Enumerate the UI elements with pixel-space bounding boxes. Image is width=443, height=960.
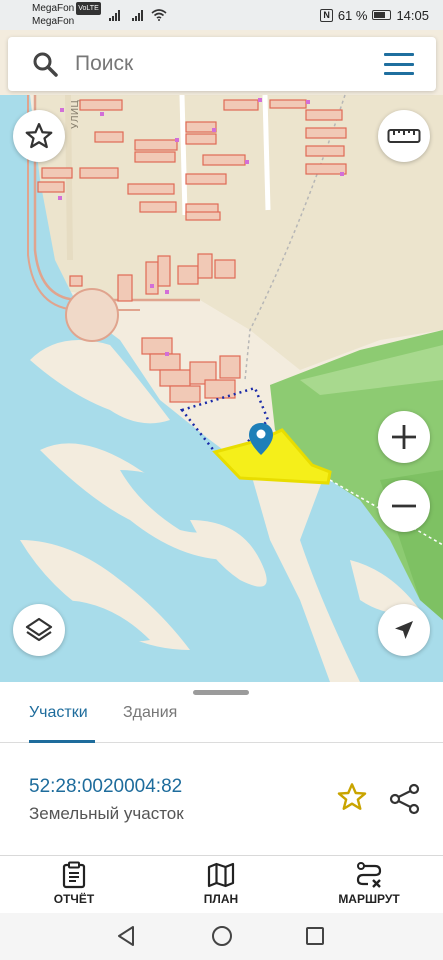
nfc-icon: N bbox=[320, 8, 333, 22]
ruler-button[interactable] bbox=[378, 110, 430, 162]
tab-parcels[interactable]: Участки bbox=[29, 704, 88, 722]
favorites-button[interactable] bbox=[13, 110, 65, 162]
route-icon bbox=[356, 862, 382, 888]
sheet-tabs: Участки Здания bbox=[0, 700, 443, 743]
search-icon[interactable] bbox=[32, 51, 58, 77]
map-plan-icon bbox=[207, 862, 235, 888]
street-label: УЛИЦ bbox=[70, 100, 81, 129]
search-input[interactable] bbox=[75, 52, 355, 76]
star-favorite-icon[interactable] bbox=[336, 781, 368, 813]
action-bar: ОТЧЁТ ПЛАН МАРШРУТ bbox=[0, 855, 443, 913]
tab-buildings[interactable]: Здания bbox=[123, 704, 177, 722]
back-icon[interactable] bbox=[115, 925, 137, 947]
location-pin-icon[interactable] bbox=[248, 422, 274, 456]
route-button[interactable]: МАРШРУТ bbox=[309, 856, 429, 914]
carrier-2: MegaFon bbox=[32, 16, 75, 28]
parcel-info-sheet: Участки Здания 52:28:0020004:82 Земельны… bbox=[0, 682, 443, 856]
route-label: МАРШРУТ bbox=[338, 892, 400, 906]
clock: 14:05 bbox=[396, 7, 429, 23]
share-icon[interactable] bbox=[388, 782, 422, 816]
signal-2-icon bbox=[131, 9, 143, 21]
system-nav-bar bbox=[0, 913, 443, 960]
search-bar bbox=[8, 37, 436, 91]
app-screen: MegaFon VoLTE MegaFon N 61 % 14:05 УЛИЦ … bbox=[0, 0, 443, 960]
report-icon bbox=[62, 861, 86, 889]
plan-button[interactable]: ПЛАН bbox=[161, 856, 281, 914]
layers-icon bbox=[25, 617, 53, 642]
carrier-1: MegaFon bbox=[32, 3, 75, 15]
active-tab-indicator bbox=[29, 740, 95, 743]
signal-1-icon bbox=[108, 9, 120, 21]
my-location-button[interactable] bbox=[378, 604, 430, 656]
navigation-arrow-icon bbox=[395, 621, 413, 639]
map-view[interactable]: УЛИЦ bbox=[0, 30, 443, 682]
drag-handle[interactable] bbox=[193, 690, 249, 695]
ruler-icon bbox=[387, 129, 421, 143]
zoom-out-button[interactable] bbox=[378, 480, 430, 532]
status-right: N 61 % 14:05 bbox=[320, 8, 429, 23]
zoom-in-button[interactable] bbox=[378, 411, 430, 463]
recents-icon[interactable] bbox=[304, 925, 326, 947]
battery-percent: 61 % bbox=[337, 7, 368, 23]
volte-badge: VoLTE bbox=[76, 1, 101, 15]
layers-button[interactable] bbox=[13, 604, 65, 656]
battery-icon bbox=[372, 10, 392, 20]
carrier-info: MegaFon VoLTE MegaFon bbox=[32, 1, 101, 28]
report-button[interactable]: ОТЧЁТ bbox=[14, 856, 134, 914]
menu-icon[interactable] bbox=[384, 53, 414, 75]
status-bar: MegaFon VoLTE MegaFon N 61 % 14:05 bbox=[0, 0, 443, 30]
wifi-icon bbox=[151, 9, 167, 21]
minus-icon bbox=[392, 504, 416, 508]
star-outline-icon bbox=[25, 123, 53, 149]
report-label: ОТЧЁТ bbox=[53, 892, 95, 906]
plus-icon bbox=[392, 425, 416, 449]
parcel-type: Земельный участок bbox=[29, 804, 184, 823]
home-icon[interactable] bbox=[211, 925, 233, 947]
plan-label: ПЛАН bbox=[203, 892, 239, 906]
cadastral-number[interactable]: 52:28:0020004:82 bbox=[29, 776, 182, 798]
map-canvas: УЛИЦ bbox=[0, 30, 443, 682]
